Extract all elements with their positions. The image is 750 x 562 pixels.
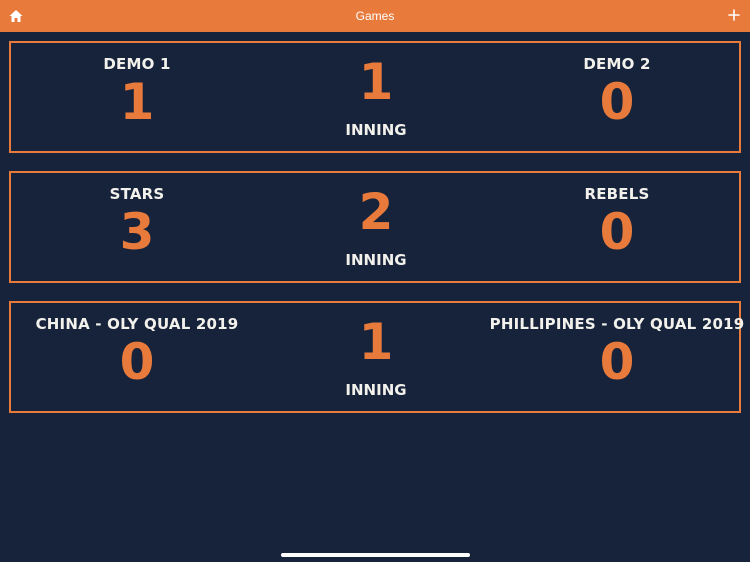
home-team-score: 3 [119, 203, 155, 261]
away-team-score: 0 [599, 73, 635, 131]
away-team: DEMO 2 0 [487, 43, 747, 127]
inning-number: 2 [358, 183, 394, 241]
inning-label: INNING [345, 121, 407, 139]
home-team-name: CHINA - OLY QUAL 2019 [35, 315, 239, 333]
inning-label: INNING [345, 251, 407, 269]
plus-icon [728, 9, 740, 21]
home-team-name: STARS [109, 185, 165, 203]
page-title: Games [355, 9, 395, 23]
home-team: DEMO 1 1 [7, 43, 267, 127]
away-team: PHILLIPINES - OLY QUAL 2019 0 [487, 303, 747, 387]
inning-number: 1 [358, 53, 394, 111]
away-team-name: DEMO 2 [583, 55, 651, 73]
inning-number: 1 [358, 313, 394, 371]
inning-info: 1 INNING [301, 303, 451, 399]
inning-info: 2 INNING [301, 173, 451, 269]
games-list: DEMO 1 1 1 INNING DEMO 2 0 STARS 3 2 INN… [7, 41, 744, 431]
away-team-name: PHILLIPINES - OLY QUAL 2019 [489, 315, 745, 333]
home-team: STARS 3 [7, 173, 267, 257]
game-card[interactable]: DEMO 1 1 1 INNING DEMO 2 0 [9, 41, 741, 153]
home-indicator[interactable] [281, 553, 470, 557]
game-card[interactable]: STARS 3 2 INNING REBELS 0 [9, 171, 741, 283]
inning-info: 1 INNING [301, 43, 451, 139]
inning-label: INNING [345, 381, 407, 399]
home-team-score: 1 [119, 73, 155, 131]
home-team-name: DEMO 1 [103, 55, 171, 73]
add-game-button[interactable] [726, 7, 742, 23]
away-team-score: 0 [599, 203, 635, 261]
away-team-name: REBELS [584, 185, 650, 203]
away-team-score: 0 [599, 333, 635, 391]
navigation-bar: Games [0, 0, 750, 32]
away-team: REBELS 0 [487, 173, 747, 257]
home-team: CHINA - OLY QUAL 2019 0 [7, 303, 267, 387]
game-card[interactable]: CHINA - OLY QUAL 2019 0 1 INNING PHILLIP… [7, 301, 744, 413]
home-team-score: 0 [119, 333, 155, 391]
